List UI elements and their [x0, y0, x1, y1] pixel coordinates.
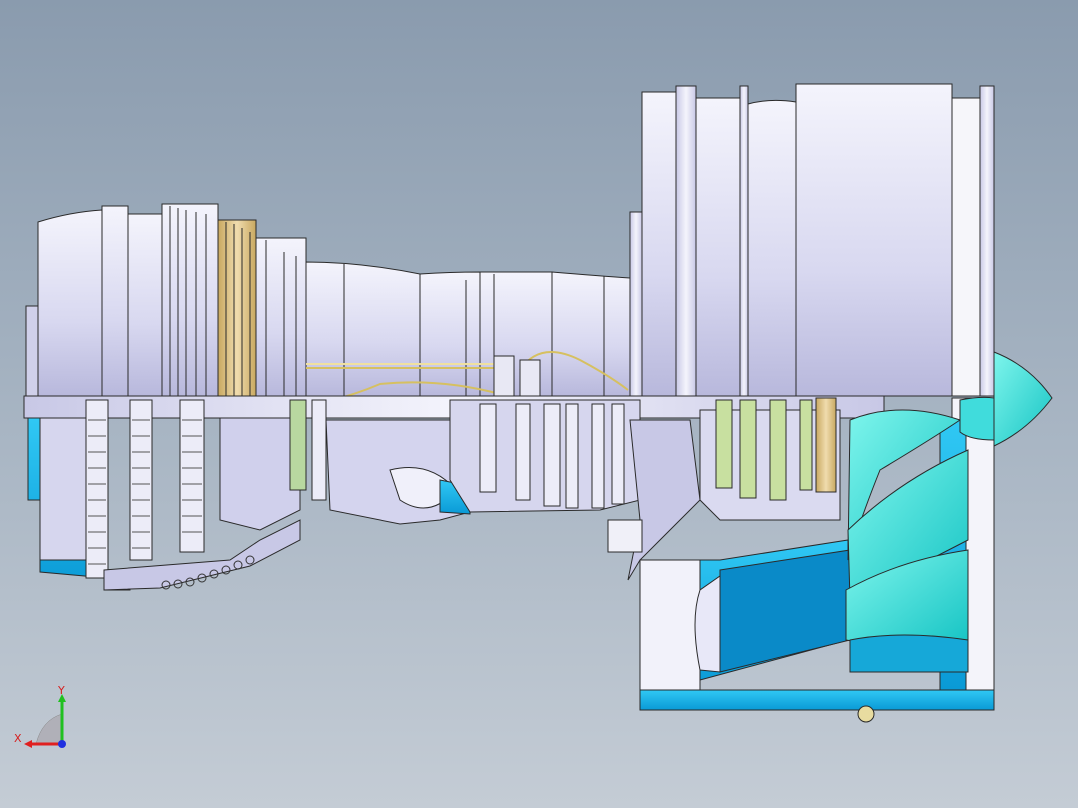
orientation-triad: X Y — [14, 684, 74, 756]
triad-plane-icon — [35, 713, 63, 745]
cad-viewport[interactable]: X Y — [0, 0, 1078, 808]
triad-x-label: X — [14, 732, 22, 745]
engine-model[interactable] — [0, 0, 1078, 808]
engine-cross-section — [23, 351, 1053, 723]
z-axis-dot-icon — [58, 740, 66, 748]
engine-outer-shell — [25, 83, 995, 397]
triad-graphic — [24, 694, 66, 748]
triad-y-label: Y — [58, 684, 65, 697]
